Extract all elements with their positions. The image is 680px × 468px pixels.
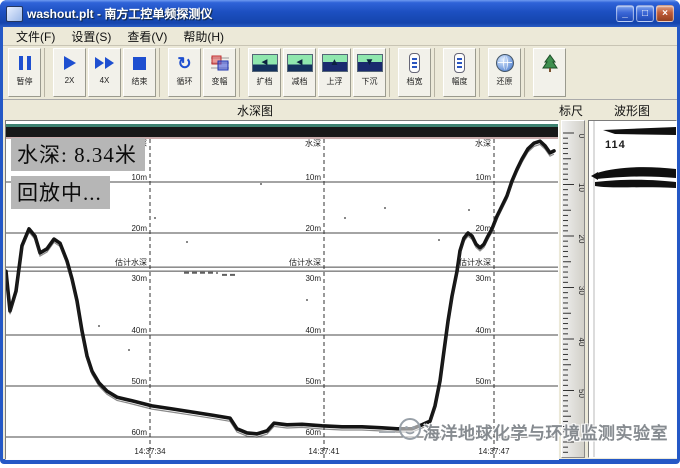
svg-text:20m: 20m	[305, 224, 321, 233]
svg-text:14:37:34: 14:37:34	[134, 447, 166, 456]
svg-text:50m: 50m	[131, 377, 147, 386]
toolbar-separator	[389, 48, 395, 97]
image-arrow-up-icon: ▲	[322, 52, 348, 74]
fast-forward-icon	[95, 52, 115, 74]
svg-text:60m: 60m	[131, 428, 147, 437]
svg-text:水深: 水深	[475, 138, 491, 148]
app-icon	[6, 6, 23, 22]
pause-icon	[17, 52, 33, 74]
window-title: washout.plt - 南方工控单频探测仪	[27, 5, 616, 22]
svg-text:40m: 40m	[131, 326, 147, 335]
playback-status: 回放中...	[11, 176, 110, 209]
depth-readout: 水深: 8.34米	[11, 138, 145, 171]
app-window: washout.plt - 南方工控单频探测仪 _ □ × 文件(F) 设置(S…	[0, 0, 680, 464]
waveform-header: 波形图	[587, 102, 677, 119]
menu-help[interactable]: 帮助(H)	[176, 27, 231, 46]
stop-icon	[133, 52, 146, 74]
toolbar-button-loop[interactable]: ↻ 循环	[168, 48, 201, 97]
vertical-slider-icon	[409, 52, 420, 74]
menu-settings[interactable]: 设置(S)	[64, 27, 118, 46]
svg-text:30m: 30m	[305, 274, 321, 283]
image-arrow-left-icon: ◄	[287, 52, 313, 74]
ruler-ticks: 0 10 20 30 40 50	[562, 121, 584, 457]
depth-ruler[interactable]: 0 10 20 30 40 50	[561, 120, 585, 458]
svg-text:40: 40	[577, 338, 584, 347]
tree-icon	[542, 52, 558, 74]
toolbar-button-float-up[interactable]: ▲ 上浮	[318, 48, 351, 97]
svg-text:0: 0	[577, 134, 584, 139]
svg-text:10: 10	[577, 183, 584, 192]
menu-view[interactable]: 查看(V)	[120, 27, 174, 46]
svg-text:14:37:47: 14:37:47	[478, 447, 510, 456]
toolbar-button-expand[interactable]: ◄ 扩档	[248, 48, 281, 97]
toolbar-separator	[159, 48, 165, 97]
toolbar-separator	[524, 48, 530, 97]
depth-chart-header: 水深图	[5, 102, 505, 119]
minimize-button[interactable]: _	[616, 5, 634, 22]
toolbar: 暂停 2X 4X 结束 ↻ 循环 变幅 ◄ 扩档	[3, 46, 677, 100]
toolbar-button-2x[interactable]: 2X	[53, 48, 86, 97]
toolbar-button-tree[interactable]	[533, 48, 566, 97]
toolbar-button-range[interactable]: 变幅	[203, 48, 236, 97]
svg-text:14:37:41: 14:37:41	[308, 447, 340, 456]
toolbar-button-amplitude[interactable]: 幅度	[443, 48, 476, 97]
depth-chart-panel[interactable]: 水深 10m 20m 估计水深 30m 40m 50m 60m 14:37:34 水深 10m 20m…	[5, 120, 559, 460]
svg-text:估计水深: 估计水深	[289, 257, 321, 267]
svg-text:30: 30	[577, 286, 584, 295]
menu-file[interactable]: 文件(F)	[9, 27, 62, 46]
menu-bar: 文件(F) 设置(S) 查看(V) 帮助(H)	[3, 27, 677, 46]
toolbar-button-pause[interactable]: 暂停	[8, 48, 41, 97]
depth-profile-plot: 水深 10m 20m 估计水深 30m 40m 50m 60m 14:37:34 水深 10m 20m…	[6, 121, 558, 459]
svg-text:估计水深: 估计水深	[115, 257, 147, 267]
content-area: 水深 10m 20m 估计水深 30m 40m 50m 60m 14:37:34 水深 10m 20m…	[3, 120, 677, 458]
svg-text:50m: 50m	[475, 377, 491, 386]
toolbar-separator	[44, 48, 50, 97]
play-icon	[64, 52, 76, 74]
waveform-panel[interactable]: 114	[588, 120, 677, 458]
svg-text:30m: 30m	[475, 274, 491, 283]
svg-text:10m: 10m	[131, 173, 147, 182]
svg-text:估计水深: 估计水深	[459, 257, 491, 267]
svg-text:40m: 40m	[475, 326, 491, 335]
svg-text:10m: 10m	[305, 173, 321, 182]
title-bar[interactable]: washout.plt - 南方工控单频探测仪 _ □ ×	[0, 0, 680, 27]
globe-icon	[496, 52, 514, 74]
close-button[interactable]: ×	[656, 5, 674, 22]
waveform-value: 114	[605, 139, 626, 151]
svg-text:水深: 水深	[305, 138, 321, 148]
toolbar-separator	[239, 48, 245, 97]
svg-text:50: 50	[577, 389, 584, 398]
image-arrow-left-icon: ◄	[252, 52, 278, 74]
panel-headers: 水深图 标尺 波形图	[3, 100, 677, 121]
toolbar-separator	[479, 48, 485, 97]
svg-text:60m: 60m	[475, 428, 491, 437]
waveform-trace	[589, 121, 676, 457]
svg-text:20m: 20m	[131, 224, 147, 233]
range-windows-icon	[210, 52, 230, 74]
toolbar-button-sink-down[interactable]: ▼ 下沉	[353, 48, 386, 97]
image-arrow-down-icon: ▼	[357, 52, 383, 74]
svg-text:40m: 40m	[305, 326, 321, 335]
svg-text:30m: 30m	[131, 274, 147, 283]
svg-text:50m: 50m	[305, 377, 321, 386]
ruler-header: 标尺	[555, 102, 587, 119]
svg-text:10m: 10m	[475, 173, 491, 182]
toolbar-button-gate-width[interactable]: 档宽	[398, 48, 431, 97]
loop-icon: ↻	[177, 52, 191, 74]
svg-text:20: 20	[577, 235, 584, 244]
toolbar-separator	[434, 48, 440, 97]
maximize-button[interactable]: □	[636, 5, 654, 22]
vertical-slider-icon	[454, 52, 465, 74]
toolbar-button-restore[interactable]: 还原	[488, 48, 521, 97]
toolbar-button-4x[interactable]: 4X	[88, 48, 121, 97]
toolbar-button-stop[interactable]: 结束	[123, 48, 156, 97]
toolbar-button-reduce[interactable]: ◄ 减档	[283, 48, 316, 97]
